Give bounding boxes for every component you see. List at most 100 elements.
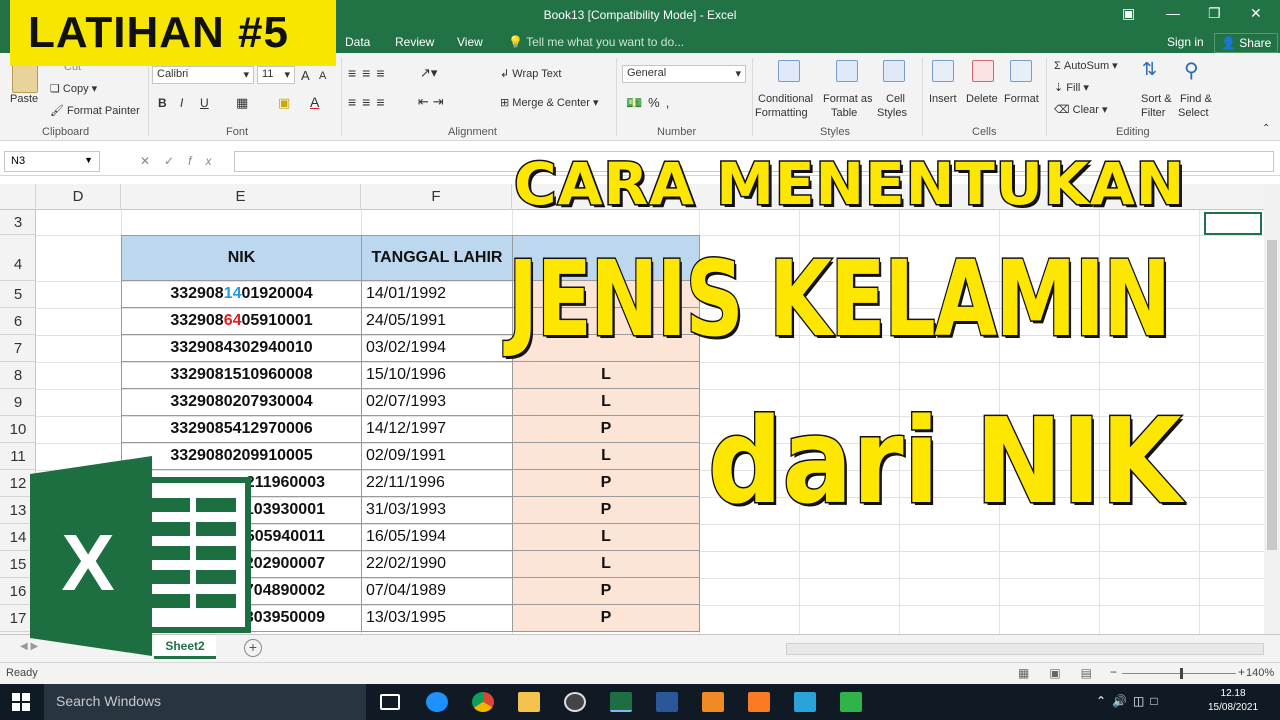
zoom-level[interactable]: 140% xyxy=(1246,667,1274,679)
tanggal-lahir-cell[interactable]: 31/03/1993 xyxy=(361,496,513,524)
row-header[interactable]: 10 xyxy=(0,416,36,443)
jenis-kelamin-cell[interactable]: L xyxy=(512,388,700,416)
nik-cell[interactable]: 3329080207930004 xyxy=(121,388,362,416)
row-header[interactable]: 3 xyxy=(0,210,36,235)
copy-icon[interactable]: ❏ Copy ▾ xyxy=(50,82,97,95)
nik-cell[interactable]: 3329085412970006 xyxy=(121,415,362,443)
orientation-icon[interactable]: ↗▾ xyxy=(420,65,437,81)
tanggal-lahir-cell[interactable]: 02/07/1993 xyxy=(361,388,513,416)
conditional-formatting-label-1[interactable]: Conditional xyxy=(758,93,813,105)
tanggal-lahir-cell[interactable]: 14/12/1997 xyxy=(361,415,513,443)
format-as-table-label-2[interactable]: Table xyxy=(831,107,857,119)
merge-center-button[interactable]: ⊞ Merge & Center ▾ xyxy=(500,96,599,109)
windows-start-icon[interactable] xyxy=(12,693,30,711)
column-header-f[interactable]: F xyxy=(361,184,512,210)
header-nik[interactable]: NIK xyxy=(121,235,362,281)
task-view-icon[interactable] xyxy=(380,694,400,710)
nik-cell[interactable]: 3329086405910001 xyxy=(121,307,362,335)
tanggal-lahir-cell[interactable]: 15/10/1996 xyxy=(361,361,513,389)
row-header[interactable]: 5 xyxy=(0,281,36,308)
tell-me-box[interactable]: 💡 Tell me what you want to do... xyxy=(508,35,684,49)
tab-view[interactable]: View xyxy=(457,35,483,49)
conditional-formatting-label-2[interactable]: Formatting xyxy=(755,107,808,119)
system-tray-icons[interactable]: ⌃🔊◫□ xyxy=(1096,694,1164,708)
paste-icon[interactable] xyxy=(12,63,38,93)
jenis-kelamin-cell[interactable]: P xyxy=(512,415,700,443)
tanggal-lahir-cell[interactable]: 03/02/1994 xyxy=(361,334,513,362)
tanggal-lahir-cell[interactable]: 14/01/1992 xyxy=(361,280,513,308)
xampp-icon[interactable] xyxy=(748,692,770,712)
tanggal-lahir-cell[interactable]: 16/05/1994 xyxy=(361,523,513,551)
autosum-button[interactable]: Σ AutoSum ▾ xyxy=(1054,59,1118,72)
cell-styles-label-2[interactable]: Styles xyxy=(877,107,907,119)
tanggal-lahir-cell[interactable]: 07/04/1989 xyxy=(361,577,513,605)
underline-button[interactable]: U xyxy=(200,96,209,110)
column-header-e[interactable]: E xyxy=(121,184,361,210)
sign-in-link[interactable]: Sign in xyxy=(1167,35,1204,49)
select-all-corner[interactable] xyxy=(0,184,36,210)
file-explorer-icon[interactable] xyxy=(518,692,540,712)
settings-app-icon[interactable] xyxy=(794,692,816,712)
fill-color-icon[interactable]: ▣ xyxy=(278,95,290,111)
sort-filter-label-2[interactable]: Filter xyxy=(1141,107,1165,119)
horizontal-scrollbar[interactable] xyxy=(786,643,1264,655)
column-header-d[interactable]: D xyxy=(36,184,121,210)
number-format-dropdown[interactable]: General ▾ xyxy=(622,65,746,83)
jenis-kelamin-cell[interactable]: L xyxy=(512,523,700,551)
jenis-kelamin-cell[interactable]: L xyxy=(512,550,700,578)
chrome-icon[interactable] xyxy=(472,692,494,712)
view-mode-icons[interactable]: ▦▣▤ xyxy=(1018,666,1112,680)
row-header[interactable]: 7 xyxy=(0,335,36,362)
taskbar-clock[interactable]: 12.18 15/08/2021 xyxy=(1208,687,1258,715)
jenis-kelamin-cell[interactable]: P xyxy=(512,577,700,605)
jenis-kelamin-cell[interactable]: P xyxy=(512,469,700,497)
scroll-thumb[interactable] xyxy=(1267,240,1277,550)
tanggal-lahir-cell[interactable]: 24/05/1991 xyxy=(361,307,513,335)
camtasia-icon[interactable] xyxy=(840,692,862,712)
cell-styles-label-1[interactable]: Cell xyxy=(886,93,905,105)
tanggal-lahir-cell[interactable]: 22/02/1990 xyxy=(361,550,513,578)
maximize-icon[interactable]: ❐ xyxy=(1208,5,1221,22)
tanggal-lahir-cell[interactable]: 22/11/1996 xyxy=(361,469,513,497)
horizontal-align-icons[interactable]: ≡≡≡ xyxy=(348,94,391,110)
name-box[interactable]: N3 ▼ xyxy=(4,151,100,172)
word-taskbar-icon[interactable] xyxy=(656,692,678,712)
tab-data[interactable]: Data xyxy=(345,35,370,49)
find-select-label-1[interactable]: Find & xyxy=(1180,93,1212,105)
paste-button[interactable]: Paste xyxy=(10,93,38,105)
excel-taskbar-icon[interactable] xyxy=(610,692,632,712)
find-select-label-2[interactable]: Select xyxy=(1178,107,1209,119)
tanggal-lahir-cell[interactable]: 13/03/1995 xyxy=(361,604,513,632)
jenis-kelamin-cell[interactable]: P xyxy=(512,496,700,524)
row-header[interactable]: 9 xyxy=(0,389,36,416)
jenis-kelamin-cell[interactable]: L xyxy=(512,361,700,389)
jenis-kelamin-cell[interactable]: P xyxy=(512,604,700,632)
row-header[interactable]: 8 xyxy=(0,362,36,389)
share-button[interactable]: 👤 Share xyxy=(1214,33,1279,53)
row-header[interactable]: 6 xyxy=(0,308,36,335)
collapse-ribbon-icon[interactable]: ⌃ xyxy=(1262,123,1270,134)
vertical-align-icons[interactable]: ≡≡≡ xyxy=(348,65,391,81)
insert-button[interactable]: Insert xyxy=(929,93,957,105)
tanggal-lahir-cell[interactable]: 02/09/1991 xyxy=(361,442,513,470)
taskbar-search[interactable]: Search Windows xyxy=(44,684,366,720)
zoom-slider[interactable] xyxy=(1122,673,1236,674)
grow-font-icon[interactable]: A xyxy=(301,68,310,83)
sublime-icon[interactable] xyxy=(702,692,724,712)
formula-icons[interactable]: ✕✓fx xyxy=(140,154,225,168)
edge-icon[interactable] xyxy=(426,692,448,712)
font-color-icon[interactable]: A xyxy=(310,94,319,110)
font-name-dropdown[interactable]: Calibri ▾ xyxy=(152,66,254,84)
bold-button[interactable]: B xyxy=(158,96,167,110)
font-size-dropdown[interactable]: 11 ▾ xyxy=(257,66,295,84)
nik-cell[interactable]: 3329081401920004 xyxy=(121,280,362,308)
close-icon[interactable]: ✕ xyxy=(1250,5,1262,22)
active-cell-n3[interactable] xyxy=(1204,212,1262,235)
zoom-in-icon[interactable]: + xyxy=(1238,665,1245,679)
shrink-font-icon[interactable]: A xyxy=(319,70,326,82)
fill-button[interactable]: ⇣ Fill ▾ xyxy=(1054,81,1089,94)
italic-button[interactable]: I xyxy=(180,96,183,110)
format-button[interactable]: Format xyxy=(1004,93,1039,105)
app-icon[interactable] xyxy=(564,692,586,712)
format-painter-icon[interactable]: 🖌 Format Painter xyxy=(50,104,140,117)
